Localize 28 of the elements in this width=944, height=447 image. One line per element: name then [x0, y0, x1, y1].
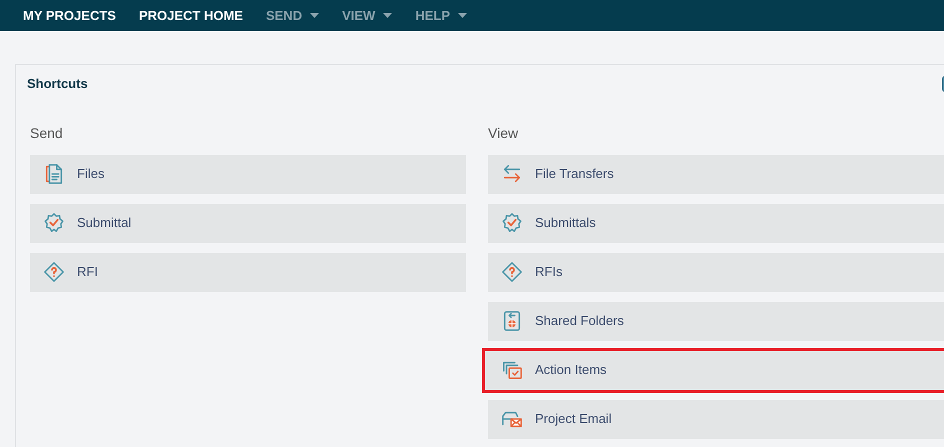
column-heading: Send	[30, 124, 64, 142]
shortcut-button[interactable]: RFI	[30, 252, 466, 292]
nav-link[interactable]: MY PROJECTS	[23, 6, 116, 26]
shortcut-button[interactable]: Shared Folders	[488, 302, 944, 340]
transfer-arrows-icon	[501, 163, 523, 185]
badge-check-icon	[43, 212, 65, 234]
document-icon	[43, 163, 65, 185]
nav-link[interactable]: VIEW	[342, 6, 392, 26]
nav-link[interactable]: SEND	[266, 6, 320, 26]
shared-folder-icon	[501, 310, 523, 332]
caret-icon	[458, 13, 467, 18]
caret-icon	[310, 13, 320, 18]
shortcut-button[interactable]: File Transfers	[488, 154, 944, 194]
column-heading: View	[488, 124, 520, 142]
shortcut-button[interactable]: RFIs	[488, 252, 944, 292]
shortcut-button[interactable]: Files	[30, 154, 466, 194]
nav-link[interactable]: HELP	[415, 6, 467, 26]
stacked-checklist-icon	[501, 359, 523, 381]
panel-title: Shortcuts	[27, 75, 88, 93]
nav-link[interactable]: PROJECT HOME	[138, 6, 243, 26]
question-diamond-icon	[501, 261, 523, 283]
shortcut-button[interactable]: Action Items	[485, 350, 944, 390]
badge-check-icon	[501, 212, 523, 234]
shortcut-button[interactable]: Submittals	[488, 204, 944, 242]
caret-icon	[383, 13, 392, 18]
question-diamond-icon	[43, 261, 65, 283]
shortcut-button[interactable]: Submittal	[30, 204, 466, 242]
shortcut-button[interactable]: Project Email	[488, 400, 944, 438]
